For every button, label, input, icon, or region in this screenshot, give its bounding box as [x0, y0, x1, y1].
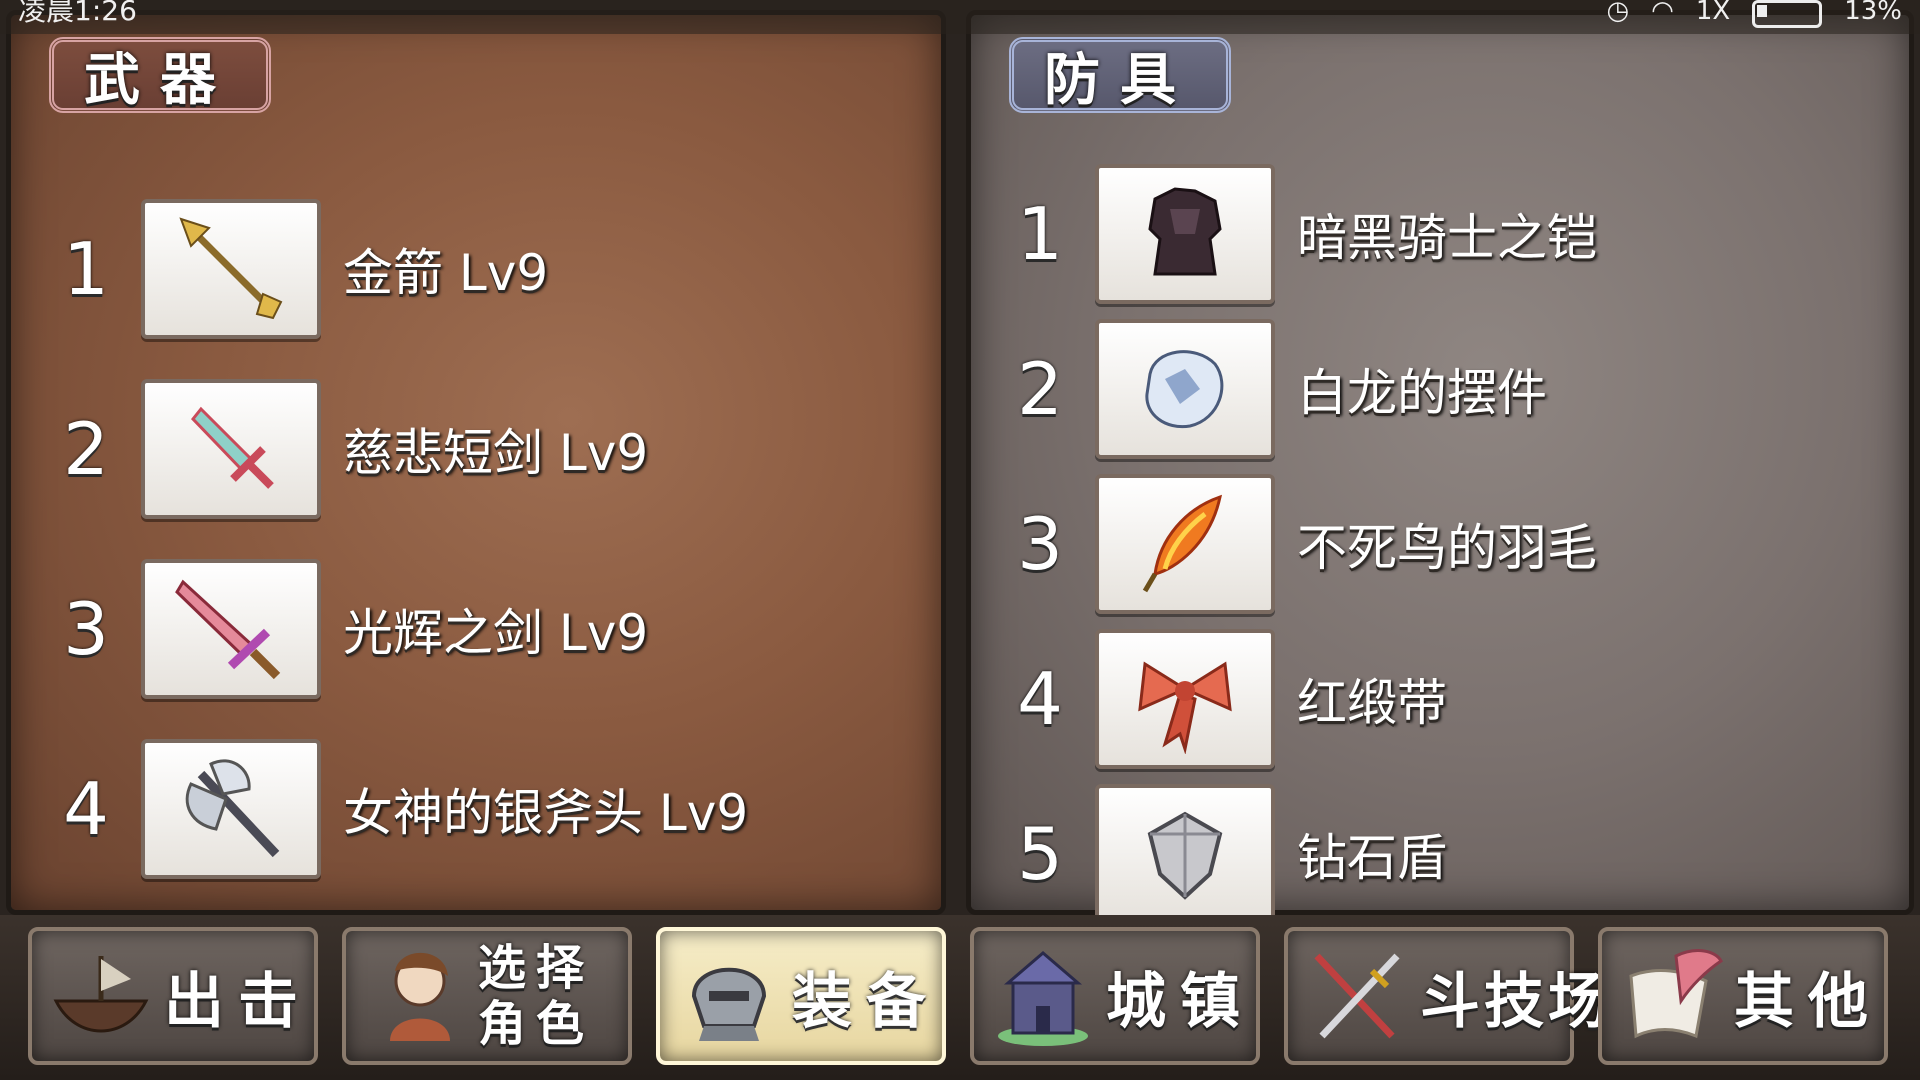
armor-row-5[interactable]: 5 钻石盾 — [985, 780, 1447, 928]
radiant-sword-icon — [175, 579, 281, 680]
armor-slot[interactable] — [1095, 319, 1275, 459]
armor-panel: 防具 1 暗黑骑士之铠 2 白龙的摆件 3 不死鸟的羽毛 4 红缎带 5 钻石盾 — [966, 10, 1914, 924]
armor-slot[interactable] — [1095, 629, 1275, 769]
nav-select-character-button[interactable]: 选择角色 — [342, 927, 632, 1065]
nav-sortie-button[interactable]: 出击 — [28, 927, 318, 1065]
weapon-row-2[interactable]: 2 慈悲短剑 Lv9 — [31, 375, 648, 523]
weapon-index: 2 — [63, 407, 109, 491]
weapon-name: 光辉之剑 Lv9 — [343, 604, 649, 662]
nav-other-label: 其他 — [1734, 966, 1882, 1037]
sortie-ship-icon — [53, 956, 149, 1033]
bottom-nav: 出击 选择角色 装备 城镇 斗技场 其他 — [0, 915, 1920, 1080]
nav-equipment-label: 装备 — [792, 966, 940, 1037]
diamond-shield-icon — [1147, 811, 1223, 900]
nav-arena-button[interactable]: 斗技场 — [1284, 927, 1608, 1065]
alarm-icon: ◷ — [1606, 0, 1630, 26]
weapon-index: 4 — [63, 767, 109, 851]
armor-name: 红缎带 — [1297, 674, 1447, 732]
armor-slot[interactable] — [1095, 164, 1275, 304]
crossed-swords-icon — [1314, 953, 1400, 1039]
armor-name: 暗黑骑士之铠 — [1297, 209, 1597, 267]
white-dragon-ornament-icon — [1145, 350, 1224, 429]
armor-row-3[interactable]: 3 不死鸟的羽毛 — [985, 470, 1597, 618]
weapon-slot[interactable] — [141, 379, 321, 519]
wifi-icon: ◠ — [1651, 0, 1674, 26]
nav-other-button[interactable]: 其他 — [1598, 927, 1888, 1065]
phoenix-feather-icon — [1142, 494, 1223, 593]
nav-arena-label: 斗技场 — [1420, 966, 1612, 1037]
status-bar: 凌晨1:26 ◷ ◠ 1X 13% — [0, 0, 1920, 34]
battery-icon — [1752, 0, 1823, 28]
weapon-row-3[interactable]: 3 光辉之剑 Lv9 — [31, 555, 648, 703]
weapon-name: 女神的银斧头 Lv9 — [343, 784, 749, 842]
weapons-panel: 武器 1 金箭 Lv9 2 慈悲短剑 Lv9 3 光辉之剑 Lv9 4 女神的银… — [6, 10, 946, 915]
network-type: 1X — [1695, 0, 1731, 26]
character-portrait-icon — [390, 952, 450, 1041]
nav-equipment-button[interactable]: 装备 — [656, 927, 946, 1065]
golden-arrow-icon — [179, 217, 283, 320]
weapons-title: 武器 — [49, 37, 271, 113]
armor-index: 4 — [1017, 657, 1063, 741]
armor-index: 5 — [1017, 812, 1063, 896]
armor-name: 不死鸟的羽毛 — [1297, 519, 1597, 577]
armor-index: 1 — [1017, 192, 1063, 276]
armor-name: 钻石盾 — [1297, 829, 1447, 887]
red-ribbon-icon — [1138, 661, 1232, 754]
battery-level: 13% — [1844, 0, 1902, 26]
armor-title: 防具 — [1009, 37, 1231, 113]
town-castle-icon — [998, 951, 1088, 1046]
weapon-row-1[interactable]: 1 金箭 Lv9 — [31, 195, 548, 343]
armor-row-4[interactable]: 4 红缎带 — [985, 625, 1447, 773]
nav-town-button[interactable]: 城镇 — [970, 927, 1260, 1065]
weapon-index: 3 — [63, 587, 109, 671]
status-time: 凌晨1:26 — [18, 0, 137, 27]
armor-slot[interactable] — [1095, 474, 1275, 614]
silver-axe-icon — [185, 759, 280, 858]
armor-index: 3 — [1017, 502, 1063, 586]
armor-name: 白龙的摆件 — [1297, 364, 1547, 422]
nav-town-label: 城镇 — [1106, 966, 1254, 1037]
weapon-name: 慈悲短剑 Lv9 — [343, 424, 649, 482]
weapon-slot[interactable] — [141, 199, 321, 339]
armor-slot[interactable] — [1095, 784, 1275, 924]
nav-sortie-label: 出击 — [164, 966, 312, 1037]
weapon-slot[interactable] — [141, 739, 321, 879]
status-indicators: ◷ ◠ 1X 13% — [1606, 0, 1902, 28]
nav-select-character-label: 选择角色 — [478, 940, 595, 1052]
weapon-slot[interactable] — [141, 559, 321, 699]
scroll-quill-icon — [1629, 949, 1723, 1039]
dark-knight-armor-icon — [1148, 187, 1222, 276]
weapon-index: 1 — [63, 227, 109, 311]
weapon-name: 金箭 Lv9 — [343, 244, 549, 302]
armor-row-2[interactable]: 2 白龙的摆件 — [985, 315, 1547, 463]
mercy-dagger-icon — [191, 406, 274, 489]
weapon-row-4[interactable]: 4 女神的银斧头 Lv9 — [31, 735, 748, 883]
armor-index: 2 — [1017, 347, 1063, 431]
armor-row-1[interactable]: 1 暗黑骑士之铠 — [985, 160, 1597, 308]
armor-helmet-icon — [691, 967, 767, 1041]
